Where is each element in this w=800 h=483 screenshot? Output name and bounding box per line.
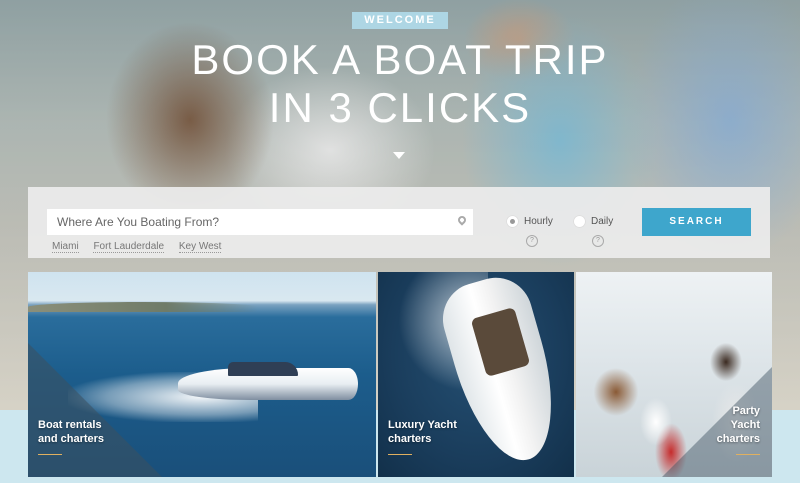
- hourly-help-icon[interactable]: ?: [526, 235, 538, 247]
- radio-hourly[interactable]: [506, 215, 519, 228]
- search-button[interactable]: SEARCH: [642, 208, 751, 236]
- option-hourly-label: Hourly: [524, 216, 553, 228]
- quick-location-links: Miami Fort Lauderdale Key West: [52, 241, 233, 253]
- speedboat-cabin: [228, 362, 298, 376]
- page-title: BOOK A BOAT TRIP IN 3 CLICKS: [0, 36, 800, 132]
- card-label-line-1: Party: [732, 405, 760, 417]
- search-placeholder: Where Are You Boating From?: [57, 215, 220, 229]
- card-luxury-yacht[interactable]: Luxury Yacht charters: [378, 272, 574, 477]
- radio-daily[interactable]: [573, 215, 586, 228]
- welcome-badge: WELCOME: [352, 12, 448, 29]
- search-panel: Where Are You Boating From? Miami Fort L…: [28, 187, 770, 258]
- option-daily-label: Daily: [591, 216, 614, 228]
- card-label-boat-rentals: Boat rentals and charters: [38, 418, 104, 455]
- scroll-down-icon[interactable]: [393, 152, 405, 159]
- location-search-input[interactable]: Where Are You Boating From?: [47, 209, 473, 235]
- card-label-line-1: Luxury Yacht: [388, 419, 457, 431]
- label-underline: [388, 454, 412, 455]
- quick-link-key-west[interactable]: Key West: [178, 241, 222, 253]
- label-underline: [736, 454, 760, 455]
- quick-link-miami[interactable]: Miami: [52, 241, 79, 253]
- option-daily[interactable]: Daily: [573, 215, 613, 228]
- title-line-2: IN 3 CLICKS: [268, 84, 532, 131]
- card-party-yacht[interactable]: Party Yacht charters: [576, 272, 772, 477]
- daily-help-icon[interactable]: ?: [592, 235, 604, 247]
- card-label-line-2: Yacht: [730, 419, 760, 431]
- quick-link-fort-lauderdale[interactable]: Fort Lauderdale: [93, 241, 165, 253]
- card-label-line-2: and charters: [38, 433, 105, 445]
- card-label-line-2: charters: [388, 433, 432, 445]
- label-underline: [38, 454, 62, 455]
- island-silhouette: [28, 302, 258, 312]
- card-corner-overlay: [28, 343, 162, 477]
- card-label-party-yacht: Party Yacht charters: [717, 404, 760, 455]
- card-label-luxury-yacht: Luxury Yacht charters: [388, 418, 457, 455]
- option-hourly[interactable]: Hourly: [506, 215, 553, 228]
- card-label-line-1: Boat rentals: [38, 419, 102, 431]
- card-boat-rentals[interactable]: Boat rentals and charters: [28, 272, 376, 477]
- card-label-line-3: charters: [716, 433, 760, 445]
- title-line-1: BOOK A BOAT TRIP: [191, 36, 609, 83]
